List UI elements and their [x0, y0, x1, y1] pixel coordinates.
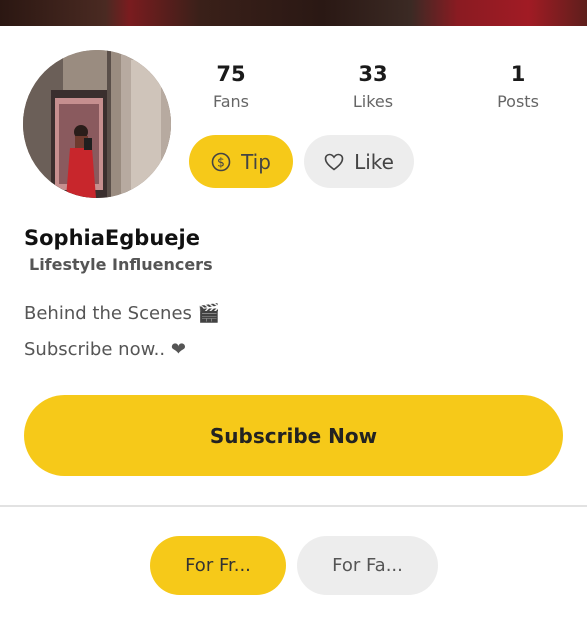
heart-outline-icon [324, 153, 344, 171]
tip-label: Tip [241, 149, 271, 174]
stat-fans: 75 Fans [176, 60, 286, 116]
cover-image [0, 0, 587, 26]
subscribe-button[interactable]: Subscribe Now [24, 395, 563, 476]
fans-count: 75 [216, 62, 246, 86]
bio-line-2: Subscribe now.. ❤ [24, 339, 186, 360]
subscribe-label: Subscribe Now [209, 423, 378, 448]
bio-line-1: Behind the Scenes 🎬 [24, 303, 221, 324]
tab-for-free[interactable]: For Fr... [150, 536, 286, 595]
like-label: Like [354, 149, 394, 174]
posts-count: 1 [510, 62, 526, 86]
profile-category: Lifestyle Influencers [29, 255, 213, 274]
posts-label: Posts [497, 92, 539, 111]
stat-posts: 1 Posts [463, 60, 573, 116]
likes-label: Likes [352, 92, 394, 111]
fans-label: Fans [212, 92, 249, 111]
profile-page: 75 Fans 33 Likes 1 Posts $ Tip Like Soph… [0, 0, 587, 628]
like-button[interactable]: Like [304, 135, 414, 188]
stat-likes: 33 Likes [318, 60, 428, 116]
likes-count: 33 [358, 62, 388, 86]
tab-for-fans-label: For Fa... [332, 555, 403, 576]
dollar-coin-icon: $ [211, 152, 231, 172]
tab-for-free-label: For Fr... [185, 555, 251, 576]
tip-button[interactable]: $ Tip [189, 135, 293, 188]
username: SophiaEgbueje [24, 226, 200, 250]
avatar[interactable] [23, 50, 171, 198]
divider [0, 505, 587, 507]
tab-for-fans[interactable]: For Fa... [297, 536, 438, 595]
svg-text:$: $ [217, 155, 225, 169]
avatar-photo [23, 50, 171, 198]
